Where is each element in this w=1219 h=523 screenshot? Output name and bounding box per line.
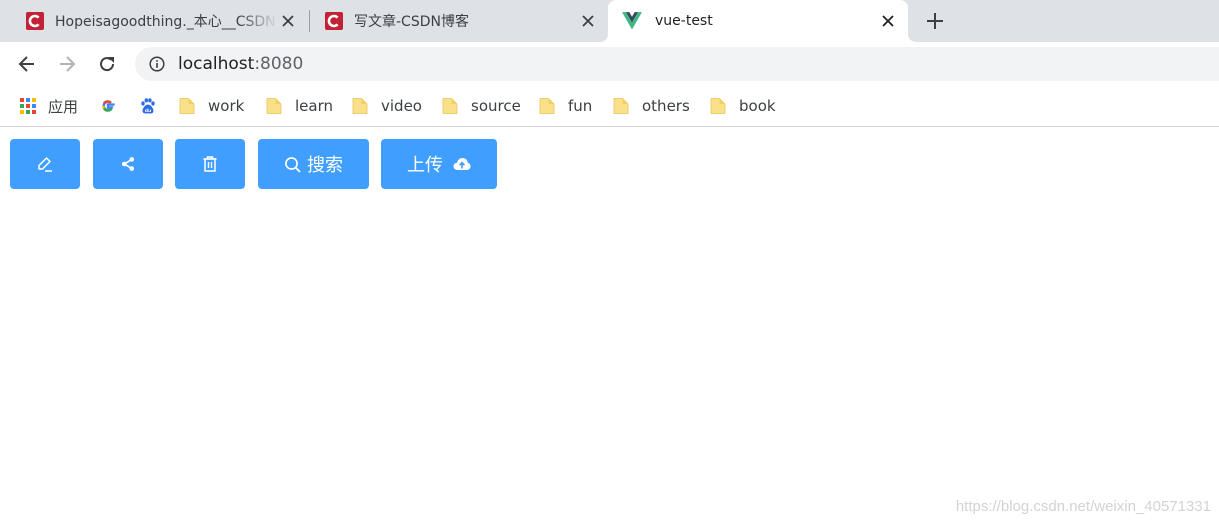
delete-button[interactable] xyxy=(175,139,245,189)
tab-csdn-profile[interactable]: Hopeisagoodthing._本心__CSDN xyxy=(0,0,308,42)
close-tab-icon[interactable] xyxy=(878,11,898,31)
upload-button[interactable]: 上传 xyxy=(381,139,497,189)
folder-icon xyxy=(179,98,195,114)
bookmark-folder-video[interactable]: video xyxy=(352,95,422,117)
bookmark-apps[interactable]: 应用 xyxy=(19,95,78,117)
reload-icon xyxy=(100,57,115,72)
bookmark-label: book xyxy=(739,97,776,115)
search-icon xyxy=(285,156,301,172)
new-tab-button[interactable] xyxy=(922,8,948,34)
search-button[interactable]: 搜索 xyxy=(258,139,369,189)
bookmark-label: fun xyxy=(568,97,593,115)
url-port: :8080 xyxy=(254,54,304,74)
watermark-text: https://blog.csdn.net/weixin_40571331 xyxy=(955,498,1211,515)
apps-grid-icon xyxy=(20,98,36,114)
address-bar[interactable]: localhost:8080 xyxy=(135,47,1219,81)
share-button[interactable] xyxy=(93,139,163,189)
bookmark-folder-book[interactable]: book xyxy=(710,95,776,117)
tab-vue-test[interactable]: vue-test xyxy=(608,0,908,42)
tab-strip: Hopeisagoodthing._本心__CSDN 写文章-CSDN博客 vu… xyxy=(0,0,1219,42)
reload-button[interactable] xyxy=(93,50,121,78)
bookmark-label: others xyxy=(642,97,690,115)
vue-icon xyxy=(622,12,642,30)
url-host: localhost xyxy=(178,54,255,74)
forward-button[interactable] xyxy=(53,50,81,78)
bookmark-label: source xyxy=(471,97,521,115)
share-icon xyxy=(121,157,135,171)
folder-icon xyxy=(352,98,368,114)
folder-icon xyxy=(613,98,629,114)
edit-icon xyxy=(38,157,52,172)
tab-title: Hopeisagoodthing._本心__CSDN xyxy=(55,14,276,30)
svg-text:du: du xyxy=(145,108,151,114)
bookmarks-bar: 应用 du work learn video source fun others… xyxy=(0,86,1219,127)
folder-icon xyxy=(710,98,726,114)
close-tab-icon[interactable] xyxy=(278,11,298,31)
tab-title: vue-test xyxy=(655,13,713,29)
bookmark-folder-fun[interactable]: fun xyxy=(539,95,592,117)
arrow-left-icon xyxy=(18,56,34,72)
url-text: localhost:8080 xyxy=(178,54,303,74)
bookmark-label: work xyxy=(208,97,245,115)
close-tab-icon[interactable] xyxy=(578,11,598,31)
browser-toolbar: localhost:8080 xyxy=(0,42,1219,86)
cloud-upload-icon xyxy=(453,158,471,170)
folder-icon xyxy=(266,98,282,114)
info-icon[interactable] xyxy=(149,56,165,72)
baidu-paw-icon: du xyxy=(141,98,155,114)
bookmark-label: video xyxy=(381,97,422,115)
tab-csdn-write[interactable]: 写文章-CSDN博客 xyxy=(310,0,608,42)
trash-icon xyxy=(203,156,217,172)
folder-icon xyxy=(539,98,555,114)
folder-icon xyxy=(442,98,458,114)
bookmark-folder-source[interactable]: source xyxy=(442,95,521,117)
bookmark-folder-learn[interactable]: learn xyxy=(266,95,333,117)
bookmark-folder-others[interactable]: others xyxy=(613,95,690,117)
bookmark-label: 应用 xyxy=(48,97,79,116)
tab-title: 写文章-CSDN博客 xyxy=(354,14,469,30)
bookmark-label: learn xyxy=(295,97,333,115)
upload-button-label: 上传 xyxy=(407,155,443,176)
search-button-label: 搜索 xyxy=(307,155,343,176)
bookmark-baidu[interactable]: du xyxy=(139,95,168,117)
page-content: 搜索 上传 https://blog.csdn.net/weixin_40571… xyxy=(0,128,1219,523)
bookmark-folder-work[interactable]: work xyxy=(179,95,244,117)
back-button[interactable] xyxy=(13,50,41,78)
google-icon xyxy=(102,100,115,112)
csdn-icon xyxy=(325,12,343,30)
csdn-icon xyxy=(26,12,44,30)
edit-button[interactable] xyxy=(10,139,80,189)
bookmark-google[interactable] xyxy=(99,95,128,117)
plus-icon xyxy=(927,13,943,29)
arrow-right-icon xyxy=(60,56,76,72)
